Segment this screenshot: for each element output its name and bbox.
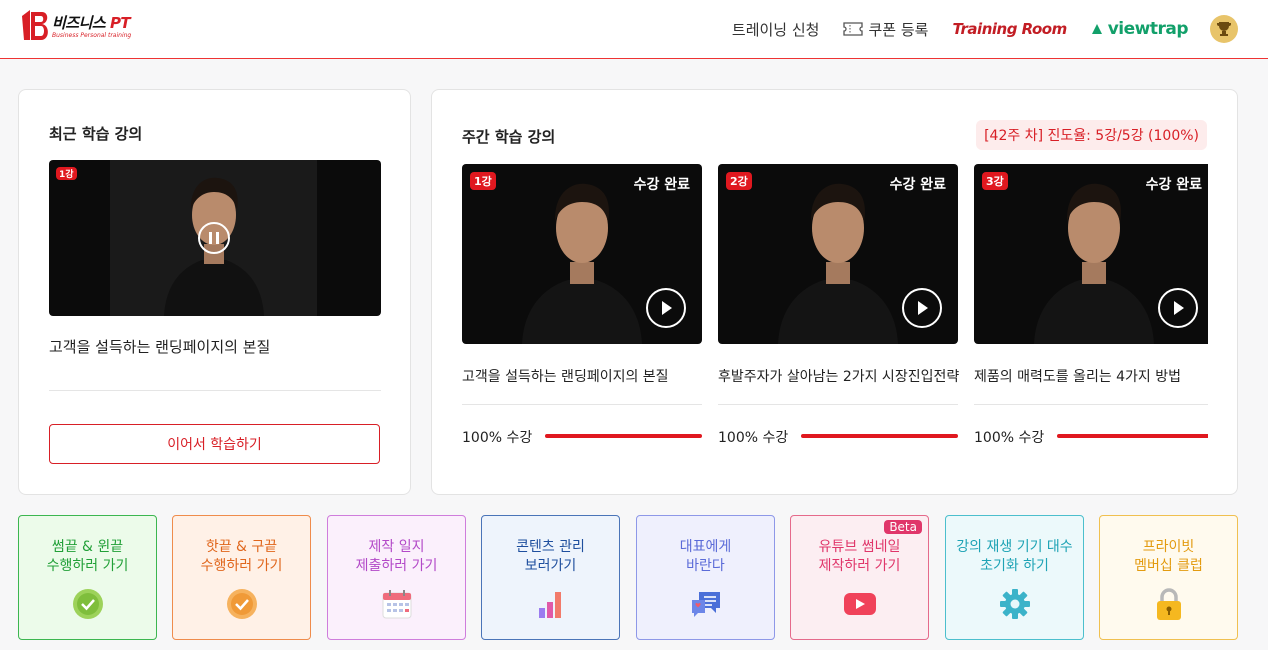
quick-action-label-line2: 바란다 xyxy=(686,558,725,574)
continue-learning-button[interactable]: 이어서 학습하기 xyxy=(49,424,380,464)
quick-action-label-line1: 강의 재생 기기 대수 xyxy=(956,539,1073,555)
check-circle-orange-icon xyxy=(224,586,260,622)
check-circle-icon xyxy=(70,586,106,622)
quick-action-thumb-wind[interactable]: 썸끝 & 윈끝 수행하러 가기 xyxy=(18,515,157,640)
lecture-progress-label: 100% 수강 xyxy=(462,430,533,446)
play-icon[interactable] xyxy=(646,288,686,328)
bar-chart-icon xyxy=(533,586,569,622)
quick-action-label-line2: 멤버십 클럽 xyxy=(1134,558,1203,574)
lecture-status: 수강 완료 xyxy=(633,177,690,193)
ticket-icon xyxy=(843,22,864,36)
quick-action-label-line1: 콘텐츠 관리 xyxy=(516,539,585,555)
lecture-title: 후발주자가 살아남는 2가지 시장진입전략 xyxy=(718,369,960,385)
divider xyxy=(974,404,1208,405)
quick-action-label-line2: 초기화 하기 xyxy=(980,558,1049,574)
quick-action-hot-gu[interactable]: 핫끝 & 구끝 수행하러 가기 xyxy=(172,515,311,640)
quick-action-label-line2: 수행하러 가기 xyxy=(46,558,129,574)
lecture-thumbnail[interactable]: 1강 수강 완료 xyxy=(462,164,702,344)
divider xyxy=(49,390,381,391)
instructor-portrait xyxy=(522,183,642,344)
quick-action-private-club[interactable]: 프라이빗 멤버십 클럽 xyxy=(1099,515,1238,640)
calendar-icon xyxy=(379,586,415,622)
logo-name: 비즈니스 xyxy=(52,13,106,32)
weekly-progress-badge: [42주 차] 진도율: 5강/5강 (100%) xyxy=(976,120,1207,150)
lecture-number-badge: 3강 xyxy=(982,172,1008,190)
nav-training-apply[interactable]: 트레이닝 신청 xyxy=(732,19,820,40)
quick-action-ask-ceo[interactable]: 대표에게 바란다 xyxy=(636,515,775,640)
weekly-lecture-carousel: 1강 수강 완료 고객을 설득하는 랜딩페이지의 본질 100% 수강 2강 수… xyxy=(462,164,1208,464)
recent-lecture-video[interactable]: 1강 xyxy=(49,160,381,316)
weekly-lecture-title: 주간 학습 강의 xyxy=(462,128,556,146)
weekly-lecture-item[interactable]: 2강 수강 완료 후발주자가 살아남는 2가지 시장진입전략 100% 수강 xyxy=(718,164,960,464)
quick-action-production-log[interactable]: 제작 일지 제출하러 가기 xyxy=(327,515,466,640)
quick-action-label-line1: 대표에게 xyxy=(679,539,732,555)
weekly-lecture-item[interactable]: 1강 수강 완료 고객을 설득하는 랜딩페이지의 본질 100% 수강 xyxy=(462,164,702,464)
quick-action-label-line1: 프라이빗 xyxy=(1142,539,1195,555)
logo-subtitle: Business Personal training xyxy=(52,31,132,39)
quick-action-label-line1: 제작 일지 xyxy=(368,539,425,555)
logo-pt: PT xyxy=(109,13,131,32)
instructor-portrait xyxy=(1034,183,1154,344)
lecture-title: 제품의 매력도를 올리는 4가지 방법 xyxy=(974,369,1182,385)
play-icon[interactable] xyxy=(902,288,942,328)
recent-lecture-title: 최근 학습 강의 xyxy=(49,125,143,143)
quick-action-label-line2: 보러가기 xyxy=(524,558,577,574)
quick-action-label-line1: 핫끝 & 구끝 xyxy=(205,539,278,555)
lecture-thumbnail[interactable]: 2강 수강 완료 xyxy=(718,164,958,344)
lecture-thumbnail[interactable]: 3강 수강 완료 xyxy=(974,164,1208,344)
header-nav: 트레이닝 신청 쿠폰 등록 Training Room viewtrap xyxy=(708,14,1238,44)
lock-icon xyxy=(1151,586,1187,622)
divider xyxy=(462,404,702,405)
chat-bubble-icon xyxy=(688,586,724,622)
recent-lecture-name: 고객을 설득하는 랜딩페이지의 본질 xyxy=(49,338,271,356)
quick-action-label-line2: 제출하러 가기 xyxy=(355,558,438,574)
weekly-lecture-card: 주간 학습 강의 [42주 차] 진도율: 5강/5강 (100%) 1강 수강… xyxy=(431,89,1238,495)
recent-lecture-badge: 1강 xyxy=(56,167,77,180)
bizpt-logo-mark-icon xyxy=(18,8,50,42)
trophy-avatar-icon[interactable] xyxy=(1210,15,1238,43)
lecture-progress-label: 100% 수강 xyxy=(974,430,1045,446)
weekly-lecture-item[interactable]: 3강 수강 완료 제품의 매력도를 올리는 4가지 방법 100% 수강 xyxy=(974,164,1208,464)
lecture-status: 수강 완료 xyxy=(1145,177,1202,193)
nav-training-apply-label: 트레이닝 신청 xyxy=(731,20,820,39)
nav-viewtrap[interactable]: viewtrap xyxy=(1091,19,1189,39)
youtube-icon xyxy=(842,586,878,622)
divider xyxy=(718,404,958,405)
lecture-progress-bar xyxy=(545,434,702,438)
lecture-progress-bar xyxy=(801,434,958,438)
beta-badge: Beta xyxy=(884,520,922,534)
quick-action-label-line2: 수행하러 가기 xyxy=(200,558,283,574)
bizpt-logo[interactable]: 비즈니스 PT Business Personal training xyxy=(18,8,131,42)
lecture-status: 수강 완료 xyxy=(889,177,946,193)
nav-training-room[interactable]: Training Room xyxy=(952,20,1067,38)
instructor-portrait xyxy=(778,183,898,344)
quick-action-label-line2: 제작하러 가기 xyxy=(818,558,901,574)
lecture-title: 고객을 설득하는 랜딩페이지의 본질 xyxy=(462,369,669,385)
quick-action-youtube-thumbnail[interactable]: Beta 유튜브 썸네일 제작하러 가기 xyxy=(790,515,929,640)
quick-action-content-manage[interactable]: 콘텐츠 관리 보러가기 xyxy=(481,515,620,640)
quick-action-label-line1: 썸끝 & 윈끝 xyxy=(51,539,124,555)
nav-viewtrap-label: viewtrap xyxy=(1107,19,1189,39)
play-icon[interactable] xyxy=(1158,288,1198,328)
recent-lecture-card: 최근 학습 강의 1강 고객을 설득하는 랜딩페이지의 본질 이어서 학습하기 xyxy=(18,89,411,495)
nav-coupon[interactable]: 쿠폰 등록 xyxy=(843,19,928,40)
quick-action-reset-devices[interactable]: 강의 재생 기기 대수 초기화 하기 xyxy=(945,515,1084,640)
lecture-progress-bar xyxy=(1057,434,1208,438)
lecture-progress-label: 100% 수강 xyxy=(718,430,789,446)
viewtrap-triangle-icon xyxy=(1091,23,1103,35)
quick-action-label-line1: 유튜브 썸네일 xyxy=(818,539,901,555)
pause-icon[interactable] xyxy=(198,222,230,254)
lecture-number-badge: 1강 xyxy=(470,172,496,190)
gear-icon xyxy=(997,586,1033,622)
nav-coupon-label: 쿠폰 등록 xyxy=(868,20,929,39)
lecture-number-badge: 2강 xyxy=(726,172,752,190)
top-navigation-bar: 비즈니스 PT Business Personal training 트레이닝 … xyxy=(0,0,1268,59)
